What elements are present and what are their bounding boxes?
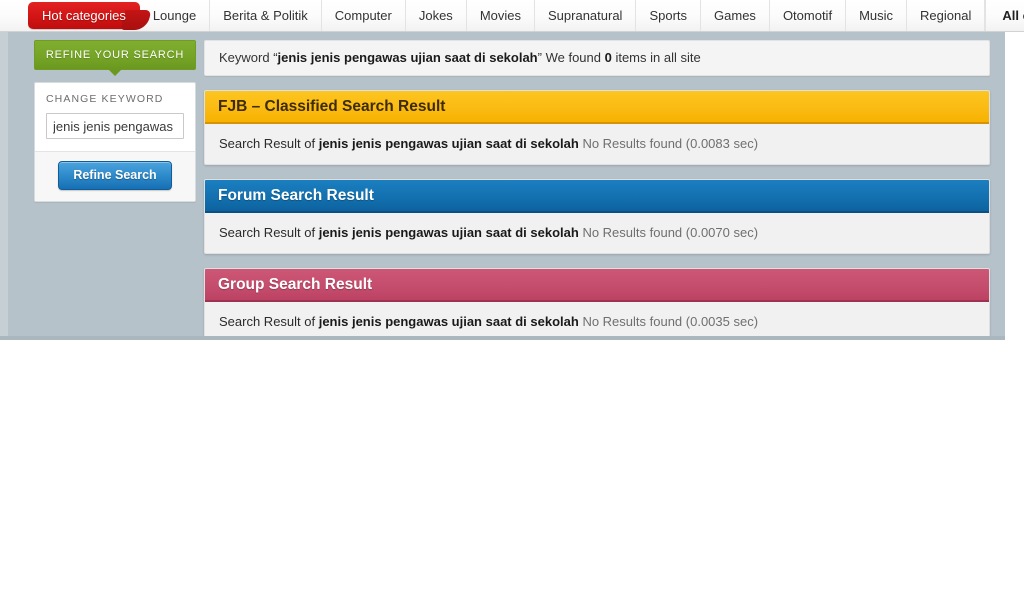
group-panel-header: Group Search Result	[205, 269, 989, 302]
result-status: No Results found (0.0035 sec)	[578, 314, 759, 329]
sidebar: REFINE YOUR SEARCH CHANGE KEYWORD Refine…	[34, 40, 196, 340]
forum-panel-body: Search Result of jenis jenis pengawas uj…	[205, 213, 989, 253]
nav-tab-hot-categories[interactable]: Hot categories	[28, 2, 140, 29]
nav-item-label: Movies	[479, 8, 521, 23]
nav-item-lounge[interactable]: Lounge	[140, 0, 211, 31]
refine-panel-footer: Refine Search	[35, 151, 195, 201]
triangle-pointer-icon	[108, 69, 122, 76]
result-prefix: Search Result of	[219, 314, 319, 329]
nav-item-label: Sports	[649, 8, 688, 23]
fjb-search-result-panel: FJB – Classified Search Result Search Re…	[204, 90, 990, 165]
result-status: No Results found (0.0083 sec)	[578, 136, 759, 151]
refine-banner-label: REFINE YOUR SEARCH	[45, 49, 185, 61]
result-status: No Results found (0.0070 sec)	[578, 225, 759, 240]
result-prefix: Search Result of	[219, 225, 319, 240]
page-content-area: REFINE YOUR SEARCH CHANGE KEYWORD Refine…	[0, 32, 1005, 340]
top-navigation-bar: Hot categories Lounge Berita & Politik C…	[0, 0, 1024, 32]
nav-item-label: Jokes	[418, 8, 453, 23]
nav-item-label: Lounge	[152, 8, 197, 23]
keyword-term: jenis jenis pengawas ujian saat di sekol…	[277, 50, 538, 65]
all-categories-dropdown[interactable]: All categories	[986, 0, 1024, 31]
forum-panel-title: Forum Search Result	[218, 186, 374, 204]
nav-left-spacer	[0, 0, 28, 31]
keyword-suffix: items in all site	[611, 50, 701, 65]
nav-tab-hot-categories-label: Hot categories	[42, 8, 126, 23]
fjb-panel-title: FJB – Classified Search Result	[218, 97, 446, 115]
nav-item-movies[interactable]: Movies	[467, 0, 535, 31]
group-panel-body: Search Result of jenis jenis pengawas uj…	[205, 302, 989, 340]
result-keyword: jenis jenis pengawas ujian saat di sekol…	[318, 314, 579, 329]
nav-item-games[interactable]: Games	[701, 0, 770, 31]
forum-search-result-panel: Forum Search Result Search Result of jen…	[204, 179, 990, 254]
change-keyword-label: CHANGE KEYWORD	[46, 93, 164, 105]
nav-item-otomotif[interactable]: Otomotif	[770, 0, 847, 31]
keyword-middle: ” We found	[537, 50, 605, 65]
keyword-result-count: 0	[604, 50, 612, 65]
keyword-prefix: Keyword “	[219, 50, 278, 65]
page-layout: REFINE YOUR SEARCH CHANGE KEYWORD Refine…	[0, 32, 1005, 340]
nav-item-jokes[interactable]: Jokes	[406, 0, 467, 31]
nav-item-supranatural[interactable]: Supranatural	[535, 0, 637, 31]
result-prefix: Search Result of	[219, 136, 319, 151]
nav-item-label: Berita & Politik	[223, 8, 308, 23]
refine-search-button[interactable]: Refine Search	[58, 161, 172, 190]
nav-item-music[interactable]: Music	[846, 0, 908, 31]
refine-search-panel: CHANGE KEYWORD Refine Search	[34, 82, 196, 202]
result-keyword: jenis jenis pengawas ujian saat di sekol…	[318, 136, 579, 151]
nav-item-label: Regional	[920, 8, 972, 23]
nav-item-label: Music	[859, 8, 894, 23]
nav-item-label: Computer	[334, 8, 392, 23]
nav-item-label: Otomotif	[782, 8, 833, 23]
nav-item-computer[interactable]: Computer	[322, 0, 406, 31]
forum-panel-header: Forum Search Result	[205, 180, 989, 213]
nav-item-berita-politik[interactable]: Berita & Politik	[210, 0, 322, 31]
all-categories-label: All categories	[1002, 8, 1024, 23]
group-panel-title: Group Search Result	[218, 275, 373, 293]
keyword-summary-bar: Keyword “jenis jenis pengawas ujian saat…	[204, 40, 990, 76]
refine-panel-inner: CHANGE KEYWORD	[35, 83, 195, 151]
fjb-panel-header: FJB – Classified Search Result	[205, 91, 989, 124]
keyword-input[interactable]	[46, 113, 184, 139]
nav-item-sports[interactable]: Sports	[636, 0, 702, 31]
nav-item-label: Supranatural	[548, 8, 623, 23]
group-search-result-panel: Group Search Result Search Result of jen…	[204, 268, 990, 340]
fjb-panel-body: Search Result of jenis jenis pengawas uj…	[205, 124, 989, 164]
main-column: Keyword “jenis jenis pengawas ujian saat…	[204, 40, 990, 340]
nav-item-label: Games	[714, 8, 756, 23]
refine-your-search-banner: REFINE YOUR SEARCH	[34, 40, 196, 76]
nav-item-regional[interactable]: Regional	[907, 0, 986, 31]
result-keyword: jenis jenis pengawas ujian saat di sekol…	[318, 225, 579, 240]
